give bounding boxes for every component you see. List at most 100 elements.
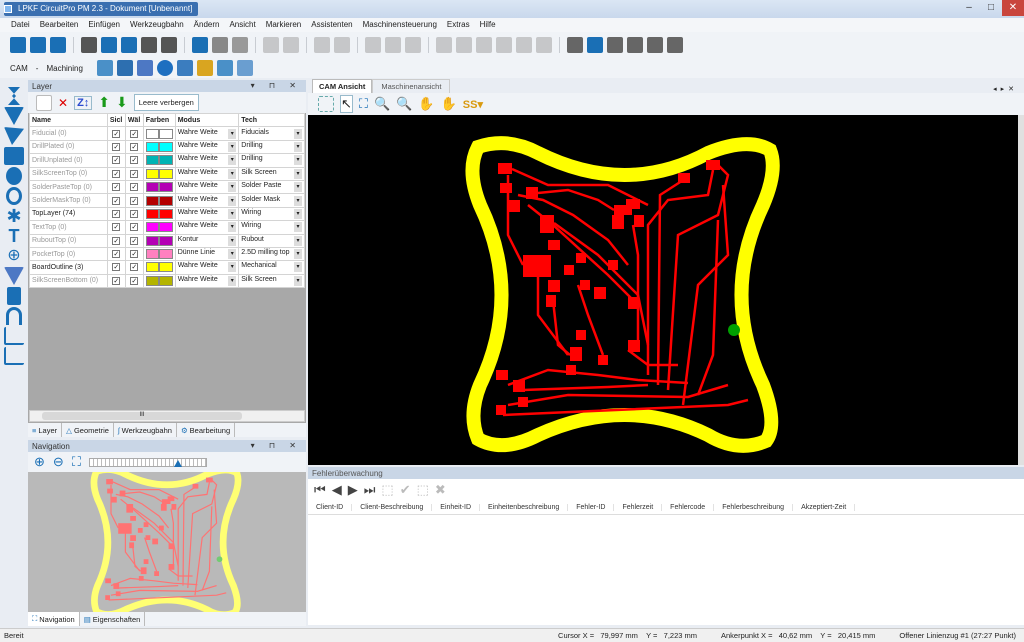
layer-color-swatch[interactable] xyxy=(142,179,176,195)
menu-werkzeugbahn[interactable]: Werkzeugbahn xyxy=(125,18,189,32)
tab-maschinenansicht[interactable]: Maschinenansicht xyxy=(372,79,451,93)
mode-dropdown[interactable]: Wahre Weite ▾ xyxy=(174,166,240,181)
cam-canvas[interactable] xyxy=(308,115,1018,465)
menu-maschinensteuerung[interactable]: Maschinensteuerung xyxy=(358,18,442,32)
layer-row[interactable]: DrillPlated (0) ✓ ✓ Wahre Weite ▾ Drillin… xyxy=(29,139,305,155)
selectable-checkbox[interactable]: ✓ xyxy=(124,153,144,168)
panel-controls[interactable]: ▾ ⊓ ✕ xyxy=(251,81,302,90)
tab-werkzeugbahn[interactable]: ʃ Werkzeugbahn xyxy=(114,423,177,437)
layer-row[interactable]: DrillUnplated (0) ✓ ✓ Wahre Weite ▾ Drill… xyxy=(29,153,305,168)
layer-color-swatch[interactable] xyxy=(142,139,176,155)
maximize-button[interactable]: □ xyxy=(980,0,1002,16)
visible-checkbox[interactable]: ✓ xyxy=(106,260,126,275)
visible-checkbox[interactable]: ✓ xyxy=(106,193,126,208)
copy-icon[interactable] xyxy=(101,37,117,53)
curve-tool-icon[interactable] xyxy=(8,87,20,105)
menu-bearbeiten[interactable]: Bearbeiten xyxy=(35,18,84,32)
arc-tool-icon[interactable] xyxy=(6,307,22,325)
circle-tool-icon[interactable] xyxy=(6,187,22,205)
error-column-header[interactable]: Fehlerbeschreibung xyxy=(714,504,794,511)
selectable-checkbox[interactable]: ✓ xyxy=(124,206,144,222)
menu-assistenten[interactable]: Assistenten xyxy=(306,18,357,32)
polyline-icon[interactable] xyxy=(263,37,279,53)
group-icon[interactable] xyxy=(314,37,330,53)
mode-dropdown[interactable]: Wahre Weite ▾ xyxy=(174,179,240,195)
tab-navigation[interactable]: ⛶ Navigation xyxy=(28,612,80,626)
dimension-icon[interactable] xyxy=(607,37,623,53)
pan-dynamic-icon[interactable]: ✋ xyxy=(441,96,457,112)
zoom-out-icon[interactable]: ⊖ xyxy=(53,454,64,470)
layer-row[interactable]: TopLayer (74) ✓ ✓ Wahre Weite ▾ Wiring ▾ xyxy=(29,206,305,222)
mode-dropdown[interactable]: Wahre Weite ▾ xyxy=(174,273,240,289)
column-header[interactable]: Tech xyxy=(238,112,305,128)
contour-routing-icon[interactable] xyxy=(136,60,153,76)
drill-tool-icon[interactable] xyxy=(7,287,21,305)
tech-dropdown[interactable]: Mechanical ▾ xyxy=(238,260,305,275)
mode-dropdown[interactable]: Dünne Linie ▾ xyxy=(174,246,240,262)
dimension-2-icon[interactable] xyxy=(627,37,643,53)
machine-icon[interactable] xyxy=(196,60,213,76)
layer-color-swatch[interactable] xyxy=(142,126,176,141)
layer-row[interactable]: TextTop (0) ✓ ✓ Wahre Weite ▾ Wiring ▾ xyxy=(29,220,305,235)
column-header[interactable]: Sicl xyxy=(106,112,126,128)
visible-checkbox[interactable]: ✓ xyxy=(106,179,126,195)
tech-dropdown[interactable]: Silk Screen ▾ xyxy=(238,166,305,181)
delete-layer-icon[interactable]: ✕ xyxy=(58,96,68,110)
horizontal-scrollbar[interactable]: III xyxy=(29,410,305,422)
layer-row[interactable]: SilkScreenTop (0) ✓ ✓ Wahre Weite ▾ Silk … xyxy=(29,166,305,181)
selectable-checkbox[interactable]: ✓ xyxy=(124,233,144,248)
navigation-preview[interactable] xyxy=(28,472,306,612)
visible-checkbox[interactable]: ✓ xyxy=(106,220,126,235)
mode-dropdown[interactable]: Wahre Weite ▾ xyxy=(174,193,240,208)
open-icon[interactable] xyxy=(30,37,46,53)
tool-library-icon[interactable] xyxy=(176,60,193,76)
tech-dropdown[interactable]: Rubout ▾ xyxy=(238,233,305,248)
tech-dropdown[interactable]: Wiring ▾ xyxy=(238,206,305,222)
tech-dropdown[interactable]: 2.5D milling top ▾ xyxy=(238,246,305,262)
layer-color-swatch[interactable] xyxy=(142,166,176,181)
mirror-icon[interactable] xyxy=(516,37,532,53)
paste-icon[interactable] xyxy=(121,37,137,53)
angle-90-icon[interactable] xyxy=(4,327,24,345)
mode-dropdown[interactable]: Kontur ▾ xyxy=(174,233,240,248)
process-icon[interactable] xyxy=(216,60,233,76)
text-tool-icon[interactable]: T xyxy=(4,227,24,245)
error-column-header[interactable]: Client-Beschreibung xyxy=(352,504,433,511)
fiducial-tool-icon[interactable]: ⊕ xyxy=(4,247,24,265)
menu-extras[interactable]: Extras xyxy=(442,18,475,32)
selectable-checkbox[interactable]: ✓ xyxy=(124,166,144,181)
undo-icon[interactable] xyxy=(192,37,208,53)
reject-all-icon[interactable]: ✖ xyxy=(435,482,446,498)
mode-selector[interactable]: CAM xyxy=(10,64,28,73)
tech-dropdown[interactable]: Wiring ▾ xyxy=(238,220,305,235)
new-document-icon[interactable] xyxy=(10,37,26,53)
layer-row[interactable]: SolderMaskTop (0) ✓ ✓ Wahre Weite ▾ Solde… xyxy=(29,193,305,208)
selectable-checkbox[interactable]: ✓ xyxy=(124,193,144,208)
tab-geometrie[interactable]: △ Geometrie xyxy=(62,423,114,437)
error-column-header[interactable]: Fehler-ID xyxy=(568,504,615,511)
column-header[interactable]: Name xyxy=(29,112,108,128)
save-icon[interactable] xyxy=(50,37,66,53)
previous-error-icon[interactable]: ◀ xyxy=(332,482,342,498)
select-area-icon[interactable] xyxy=(318,96,334,112)
menu-markieren[interactable]: Markieren xyxy=(261,18,307,32)
error-column-header[interactable]: Fehlerzeit xyxy=(614,504,663,511)
layer-row[interactable]: Fiducial (0) ✓ ✓ Wahre Weite ▾ Fiducials ▾ xyxy=(29,126,305,141)
tech-dropdown[interactable]: Solder Paste ▾ xyxy=(238,179,305,195)
layer-row[interactable]: PocketTop (0) ✓ ✓ Dünne Linie ▾ 2.5D mill… xyxy=(29,246,305,262)
rotate-icon[interactable] xyxy=(456,37,472,53)
layer-row[interactable]: RuboutTop (0) ✓ ✓ Kontur ▾ Rubout ▾ xyxy=(29,233,305,248)
technology-dialog-icon[interactable] xyxy=(96,60,113,76)
visible-checkbox[interactable]: ✓ xyxy=(106,273,126,289)
cut-icon[interactable] xyxy=(81,37,97,53)
error-column-header[interactable]: Einheitenbeschreibung xyxy=(480,504,569,511)
next-error-icon[interactable]: ▶ xyxy=(348,482,358,498)
layer-color-swatch[interactable] xyxy=(142,206,176,222)
column-header[interactable]: Modus xyxy=(174,112,240,128)
tab-bearbeitung[interactable]: ⚙ Bearbeitung xyxy=(177,423,236,437)
first-error-icon[interactable]: ⏮ xyxy=(314,482,326,498)
scrollbar-thumb[interactable]: III xyxy=(42,412,242,420)
mode-dropdown[interactable]: Wahre Weite ▾ xyxy=(174,220,240,235)
selectable-checkbox[interactable]: ✓ xyxy=(124,246,144,262)
tech-dropdown[interactable]: Drilling ▾ xyxy=(238,139,305,155)
